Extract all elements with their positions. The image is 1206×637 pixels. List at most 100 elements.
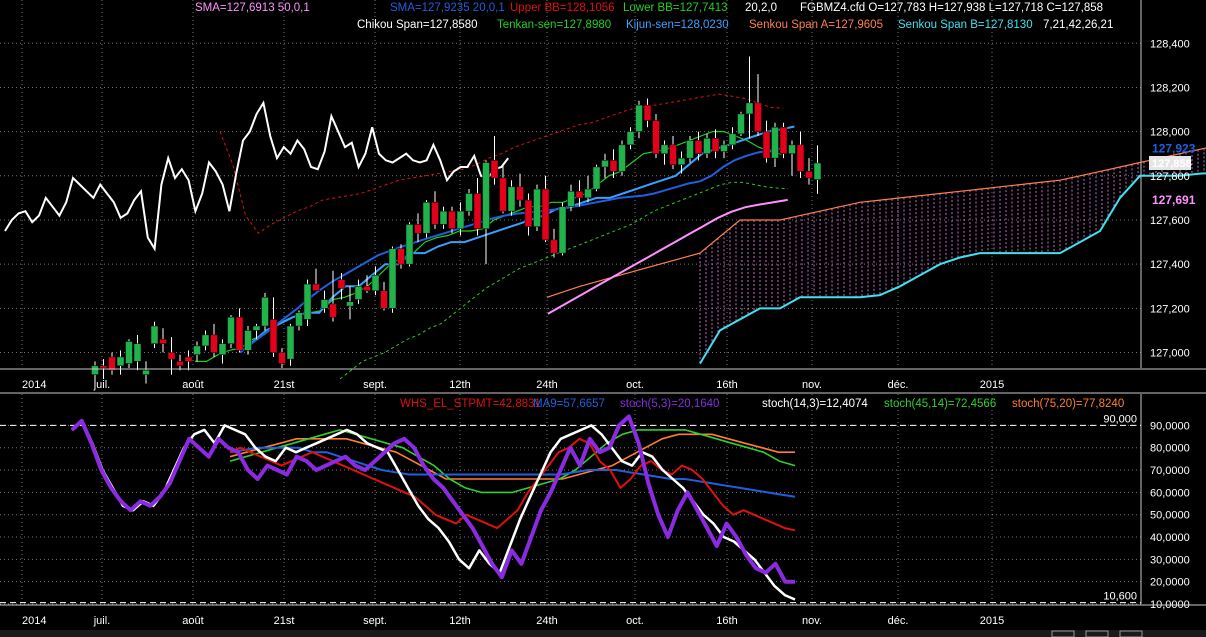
price-tick-label: 128,000 xyxy=(1150,127,1190,139)
chart-canvas: 128,400 128,200 128,000 127,800 127,600 127,4… xyxy=(0,0,1206,637)
time-tick-label: 2014 xyxy=(22,615,46,627)
candle-body xyxy=(754,102,762,132)
candle-body xyxy=(312,283,320,291)
time-tick-label: 16th xyxy=(716,615,737,627)
candle-body xyxy=(320,299,329,309)
candle-body xyxy=(278,352,286,364)
candle xyxy=(737,111,745,137)
candle-body xyxy=(210,334,218,353)
candle-body xyxy=(473,193,482,230)
candle-body xyxy=(567,191,575,207)
candle-body xyxy=(516,186,524,201)
candle-body xyxy=(184,356,193,362)
legend-entry: Tenkan-sen=127,8980 xyxy=(497,19,611,31)
time-tick-label: déc. xyxy=(888,379,909,391)
time-tick-label: juil. xyxy=(93,379,111,391)
legend-entry: WHS_EL_STPMT=42,8831 xyxy=(400,398,541,410)
candle-body xyxy=(431,202,439,225)
price-tick-label: 128,200 xyxy=(1150,82,1190,94)
candle-body xyxy=(626,131,635,146)
candle-body xyxy=(558,206,567,254)
candle-body xyxy=(397,248,405,265)
candle-body xyxy=(805,171,813,179)
candle-body xyxy=(575,191,584,199)
price-tick-label: 127,400 xyxy=(1150,259,1190,271)
candle-body xyxy=(329,303,337,318)
time-tick-label: 24th xyxy=(536,379,557,391)
candle-body xyxy=(227,316,235,344)
candle-body xyxy=(193,345,201,355)
candle xyxy=(405,222,414,267)
time-tick-label: 21st xyxy=(274,379,295,391)
candle xyxy=(592,164,601,192)
candle-body xyxy=(524,199,533,227)
candle-body xyxy=(218,343,227,355)
candle-body xyxy=(405,224,414,265)
candle-body xyxy=(694,140,703,154)
oscillator-tick-label: 90,0000 xyxy=(1150,420,1190,432)
candle-body xyxy=(482,162,490,230)
price-tick-label: 127,800 xyxy=(1150,171,1190,183)
candle-body xyxy=(244,330,252,351)
candle-body xyxy=(533,188,541,227)
candle xyxy=(618,140,626,176)
candle-body xyxy=(286,325,295,360)
legend-entry: Lower BB=127,7413 xyxy=(623,2,728,14)
candle-body xyxy=(261,297,269,327)
scrollbar[interactable] xyxy=(0,630,1206,637)
legend-entry: stoch(5,3)=20,1640 xyxy=(620,398,719,410)
price-tick-label: 127,000 xyxy=(1150,348,1190,360)
candle-body xyxy=(414,224,422,234)
candle xyxy=(388,246,397,313)
candle-body xyxy=(652,120,660,154)
candle-body xyxy=(788,144,796,154)
candle-body xyxy=(201,334,210,347)
candle-body xyxy=(796,144,805,172)
time-tick-label: oct. xyxy=(626,615,644,627)
candle-body xyxy=(363,286,371,291)
candle xyxy=(244,326,252,355)
candle-body xyxy=(762,131,771,159)
legend-entry: stoch(14,3)=12,4074 xyxy=(762,398,868,410)
candle-body xyxy=(584,188,592,199)
candle-body xyxy=(643,104,652,121)
price-axis: 128,400 128,200 128,000 127,800 127,600 127,4… xyxy=(1149,38,1196,360)
time-tick-label: 2015 xyxy=(980,379,1004,391)
price-tick-label: 127,200 xyxy=(1150,303,1190,315)
candle-body xyxy=(99,365,108,369)
legend-entry: 20,2,0 xyxy=(745,2,777,14)
time-tick-label: 2015 xyxy=(980,615,1004,627)
time-tick-label: août xyxy=(182,379,203,391)
candle-body xyxy=(720,144,728,152)
candle-body xyxy=(150,325,159,344)
legend-entry: Chikou Span=127,8580 xyxy=(357,19,478,31)
candle-body xyxy=(499,177,507,212)
candle-body xyxy=(91,365,99,375)
candle-body xyxy=(490,160,499,179)
candle-body xyxy=(609,160,618,172)
legend-entry: Kijun-sen=128,0230 xyxy=(626,19,729,31)
candle-body xyxy=(167,352,176,360)
candle-body xyxy=(669,144,677,166)
time-tick-label: nov. xyxy=(802,615,822,627)
candle-body xyxy=(159,339,167,344)
reference-line-label: 90,000 xyxy=(1103,413,1137,425)
scrollbar-track[interactable] xyxy=(0,630,1206,637)
candle-body xyxy=(422,202,431,234)
candle-body xyxy=(371,274,380,291)
candle xyxy=(303,279,312,327)
candle-body xyxy=(635,104,643,132)
candle-body xyxy=(456,210,465,230)
time-tick-label: 24th xyxy=(536,615,557,627)
candle-body xyxy=(771,126,779,159)
candle xyxy=(652,113,660,159)
candle-body xyxy=(550,239,558,254)
oscillator-tick-label: 70,0000 xyxy=(1150,465,1190,477)
time-tick-label: déc. xyxy=(888,615,909,627)
candle-body xyxy=(337,279,346,289)
candle-body xyxy=(380,290,388,309)
candle xyxy=(779,122,788,159)
candle xyxy=(125,339,133,368)
candle-body xyxy=(813,162,822,180)
candle-body xyxy=(116,356,125,367)
